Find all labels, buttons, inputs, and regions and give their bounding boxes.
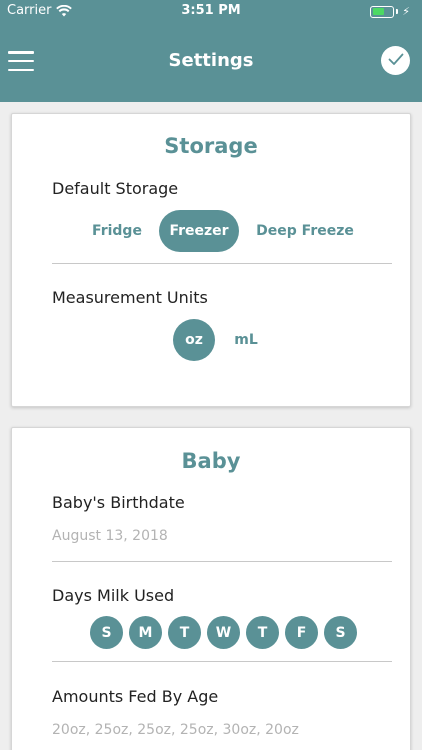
nav-bar: Settings [0,22,422,102]
unit-option-oz[interactable]: oz [173,319,215,361]
day-toggle-wednesday[interactable]: W [207,616,240,649]
baby-title: Baby [181,449,241,473]
checkmark-icon [388,51,404,70]
birthdate-label: Baby's Birthdate [52,493,185,512]
day-toggle-friday[interactable]: F [285,616,318,649]
divider [52,661,392,662]
storage-option-fridge[interactable]: Fridge [82,210,152,252]
page-title: Settings [168,50,254,71]
divider [52,561,392,562]
day-toggle-tuesday[interactable]: T [168,616,201,649]
day-toggle-saturday[interactable]: S [324,616,357,649]
divider [52,263,392,264]
battery-icon: ⚡ [370,5,410,18]
amounts-fed-value[interactable]: 20oz, 25oz, 25oz, 25oz, 30oz, 20oz [52,722,299,738]
days-selector: S M T W T F S [90,616,357,649]
status-bar: Carrier 3:51 PM ⚡ [0,0,422,22]
done-button[interactable] [381,46,410,75]
status-time: 3:51 PM [181,3,241,18]
unit-option-ml[interactable]: mL [225,319,267,361]
storage-card: Storage Default Storage Fridge Freezer D… [11,113,411,407]
storage-option-deep-freeze[interactable]: Deep Freeze [248,210,362,252]
default-storage-label: Default Storage [52,179,179,198]
baby-card: Baby Baby's Birthdate August 13, 2018 Da… [11,427,411,750]
charging-bolt-icon: ⚡ [402,5,410,18]
storage-title: Storage [164,134,258,158]
amounts-fed-label: Amounts Fed By Age [52,687,219,706]
app-header: Carrier 3:51 PM ⚡ Settings [0,0,422,102]
day-toggle-monday[interactable]: M [129,616,162,649]
day-toggle-sunday[interactable]: S [90,616,123,649]
days-milk-used-label: Days Milk Used [52,586,175,605]
storage-option-freezer[interactable]: Freezer [159,210,239,252]
birthdate-value[interactable]: August 13, 2018 [52,528,168,544]
measurement-units-label: Measurement Units [52,288,208,307]
day-toggle-thursday[interactable]: T [246,616,279,649]
